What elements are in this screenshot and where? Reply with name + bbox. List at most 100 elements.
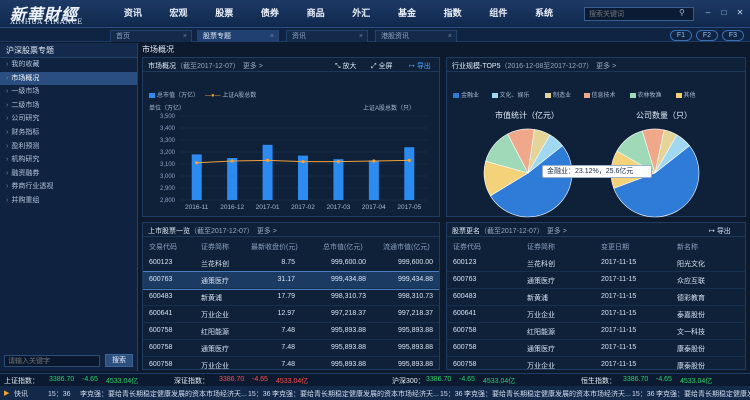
f3-button[interactable]: F3	[722, 30, 744, 41]
index-change: -4.65	[82, 376, 98, 383]
tab-home[interactable]: 首页 ×	[110, 30, 192, 42]
x-tick-label: 2017-01	[256, 204, 280, 211]
bar	[262, 144, 273, 200]
index-volume: 4533.04亿	[483, 378, 516, 385]
close-tab-icon[interactable]: ×	[448, 31, 452, 43]
table-cell: 998,310.73	[330, 293, 366, 300]
column-header[interactable]: 交易代码	[149, 242, 177, 252]
table-row[interactable]: 600763 通策医疗 31.17 999,434.88 999,434.88	[143, 271, 439, 290]
column-header[interactable]: 最新收盘价(元)	[251, 242, 298, 252]
close-tab-icon[interactable]: ×	[270, 31, 274, 43]
tab-stock-topic[interactable]: 股票专题 ×	[197, 30, 279, 42]
line-point	[407, 158, 411, 162]
news-item[interactable]: 李克强：要给青长期稳定健康发展的资本市场经济天...	[464, 389, 631, 399]
news-ticker-bar: ▶ 快讯 15：36 李克强：要给青长期稳定健康发展的资本市场经济天... 15…	[0, 386, 750, 400]
news-time: 15：36	[440, 391, 463, 398]
sidebar-item-margin-trading[interactable]: › 融资融券	[0, 167, 137, 181]
news-time: 15：36	[632, 391, 655, 398]
nav-item-funds[interactable]: 基金	[384, 0, 430, 28]
sidebar-search-input[interactable]	[4, 355, 100, 367]
tab-news[interactable]: 资讯 ×	[286, 30, 368, 42]
more-link[interactable]: 更多 >	[257, 228, 277, 235]
table-cell: 2017-11-15	[601, 361, 637, 368]
table-row[interactable]: 600123 兰花科创 2017-11-15 阳光文化	[447, 255, 745, 272]
sidebar-item-earnings-forecast[interactable]: › 盈利预测	[0, 140, 137, 154]
f2-button[interactable]: F2	[696, 30, 718, 41]
news-item[interactable]: 李克强：要给青长期稳定健康发展的资本市场经济天...	[656, 389, 750, 399]
sidebar-item-secondary-market[interactable]: › 二级市场	[0, 99, 137, 113]
nav-item-macro[interactable]: 宏观	[156, 0, 202, 28]
table-cell: 999,600.00	[397, 259, 433, 266]
panel-subtitle: （截至2017-12-07）	[480, 228, 544, 235]
line-point	[301, 160, 305, 164]
tab-hk-news[interactable]: 港股资讯 ×	[375, 30, 457, 42]
nav-item-stocks[interactable]: 股票	[201, 0, 247, 28]
column-header[interactable]: 变更日期	[601, 242, 629, 252]
sidebar-item-company-research[interactable]: › 公司研究	[0, 112, 137, 126]
nav-item-forex[interactable]: 外汇	[338, 0, 384, 28]
table-row[interactable]: 600123 兰花科创 8.75 999,600.00 999,600.00	[143, 255, 439, 272]
nav-item-bonds[interactable]: 债券	[247, 0, 293, 28]
news-item[interactable]: 李克强：要给青长期稳定健康发展的资本市场经济天...	[272, 389, 439, 399]
table-row[interactable]: 600641 万业企业 2017-11-15 泰嘉股份	[447, 306, 745, 323]
column-header[interactable]: 证券简称	[201, 242, 229, 252]
nav-item-system[interactable]: 系统	[521, 0, 567, 28]
bar	[404, 147, 415, 200]
table-row[interactable]: 600758 万业企业 2017-11-15 康泰股份	[447, 357, 745, 369]
nav-item-components[interactable]: 组件	[476, 0, 522, 28]
table-cell: 8.75	[281, 259, 295, 266]
table-cell: 众应互联	[677, 278, 705, 285]
panel-title: 上市股票一览（截至2017-12-07） 更多 >	[148, 226, 277, 236]
search-icon[interactable]: ⚲	[679, 8, 685, 17]
panel-title-text: 股票更名	[452, 228, 480, 235]
news-time: 15：36	[248, 391, 271, 398]
table-cell: 7.48	[281, 361, 295, 368]
sidebar-search-button[interactable]: 搜索	[105, 354, 133, 367]
nav-item-indices[interactable]: 指数	[430, 0, 476, 28]
table-cell: 600758	[453, 344, 477, 351]
table-row[interactable]: 600758 通策医疗 2017-11-15 康泰股份	[447, 340, 745, 357]
sidebar-item-institution-research[interactable]: › 机构研究	[0, 153, 137, 167]
table-cell: 12.97	[277, 310, 295, 317]
minimize-icon[interactable]: –	[703, 8, 713, 18]
sidebar-item-financial-indicators[interactable]: › 财务指标	[0, 126, 137, 140]
sidebar-item-market-overview[interactable]: › 市场概况	[0, 71, 137, 86]
chevron-right-icon: ›	[6, 196, 9, 204]
table-row[interactable]: 600483 新黄浦 17.79 998,310.73 998,310.73	[143, 289, 439, 306]
table-row[interactable]: 600758 万业企业 7.48 995,893.88 995,893.88	[143, 357, 439, 369]
tab-bar: 首页 × 股票专题 × 资讯 × 港股资讯 × F1 F2 F3	[0, 28, 750, 42]
search-input[interactable]	[584, 7, 694, 21]
column-header[interactable]: 流通市值(亿元)	[383, 242, 430, 252]
table-row[interactable]: 600758 红阳能源 2017-11-15 文一科技	[447, 323, 745, 340]
column-header[interactable]: 新名称	[677, 242, 698, 252]
news-item[interactable]: 李克强：要给青长期稳定健康发展的资本市场经济天...	[80, 389, 247, 399]
column-header[interactable]: 证券简称	[527, 242, 555, 252]
nav-item-news[interactable]: 资讯	[110, 0, 156, 28]
table-row[interactable]: 600758 通策医疗 7.48 995,893.88 995,893.88	[143, 340, 439, 357]
sidebar-item-favorites[interactable]: › 我的收藏	[0, 58, 137, 72]
page-title: 市场概况	[142, 45, 174, 54]
table-row[interactable]: 600763 通策医疗 2017-11-15 众应互联	[447, 272, 745, 289]
column-header[interactable]: 总市值(亿元)	[323, 242, 363, 252]
chevron-right-icon: ›	[6, 101, 9, 109]
line-point	[195, 161, 199, 165]
close-tab-icon[interactable]: ×	[359, 31, 363, 43]
export-button[interactable]: ↦ 导出	[709, 226, 731, 236]
index-label: 深证指数：	[174, 378, 209, 385]
nav-item-commodities[interactable]: 商品	[293, 0, 339, 28]
sidebar-item-primary-market[interactable]: › 一级市场	[0, 85, 137, 99]
column-header[interactable]: 证券代码	[453, 242, 481, 252]
table-cell: 600758	[149, 327, 173, 334]
table-cell: 600763	[149, 276, 173, 283]
close-tab-icon[interactable]: ×	[183, 31, 187, 43]
table-row[interactable]: 600641 万业企业 12.97 997,218.37 997,218.37	[143, 306, 439, 323]
table-row[interactable]: 600483 新黄浦 2017-11-15 德彩教育	[447, 289, 745, 306]
more-link[interactable]: 更多 >	[547, 228, 567, 235]
sidebar-item-broker-industry[interactable]: › 券商行业透视	[0, 180, 137, 194]
sidebar-item-mergers[interactable]: › 并购重组	[0, 194, 137, 208]
f1-button[interactable]: F1	[670, 30, 692, 41]
table-row[interactable]: 600758 红阳能源 7.48 995,893.88 995,893.88	[143, 323, 439, 340]
close-icon[interactable]: ✕	[735, 8, 745, 18]
maximize-icon[interactable]: □	[719, 8, 729, 18]
tab-label: 港股资讯	[381, 33, 409, 40]
